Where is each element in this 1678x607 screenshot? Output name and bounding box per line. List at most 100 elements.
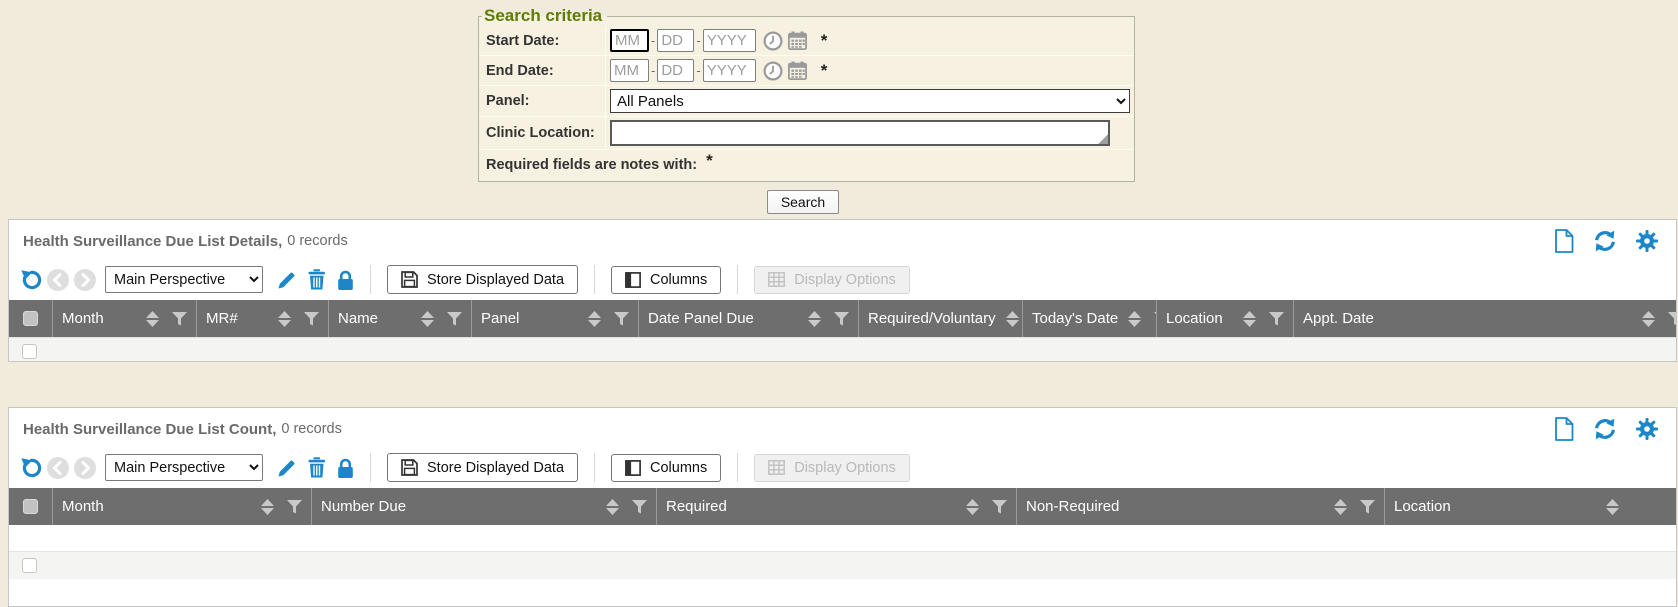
undo-icon[interactable] <box>19 268 42 291</box>
due-list-count-section: Health Surveillance Due List Count, 0 re… <box>8 407 1677 607</box>
toolbar-divider <box>737 265 738 294</box>
sort-icon[interactable] <box>146 311 159 327</box>
date-separator: - <box>696 63 700 78</box>
gear-icon[interactable] <box>1636 418 1658 440</box>
display-options-button[interactable]: Display Options <box>754 454 910 482</box>
gear-icon[interactable] <box>1636 230 1658 252</box>
edit-pencil-icon[interactable] <box>277 270 297 290</box>
perspective-select[interactable]: Main Perspective <box>105 266 263 293</box>
trash-icon[interactable] <box>308 457 326 478</box>
search-criteria-panel: Search criteria Start Date: - - * End Da… <box>478 0 1128 214</box>
lock-icon[interactable] <box>337 458 354 478</box>
columns-button[interactable]: Columns <box>611 454 721 482</box>
filter-icon[interactable] <box>632 500 647 514</box>
due-list-details-section: Health Surveillance Due List Details, 0 … <box>8 219 1677 362</box>
filter-icon[interactable] <box>447 312 462 326</box>
column-header-date-panel-due: Date Panel Due <box>639 300 859 337</box>
filter-icon[interactable] <box>172 312 187 326</box>
refresh-icon[interactable] <box>1593 417 1617 441</box>
export-document-icon[interactable] <box>1555 229 1574 253</box>
required-note-text: Required fields are notes with: <box>486 157 697 173</box>
end-date-month-input[interactable] <box>610 59 649 82</box>
sort-icon[interactable] <box>1606 499 1619 515</box>
panel-select[interactable]: All Panels <box>610 89 1130 113</box>
search-criteria-legend: Search criteria <box>482 6 607 26</box>
filter-icon[interactable] <box>1668 312 1676 326</box>
filter-icon[interactable] <box>834 312 849 326</box>
search-button[interactable]: Search <box>767 190 839 214</box>
filter-icon[interactable] <box>992 500 1007 514</box>
section-title-row: Health Surveillance Due List Count, 0 re… <box>9 408 1676 449</box>
filter-icon[interactable] <box>304 312 319 326</box>
sort-icon[interactable] <box>278 311 291 327</box>
sort-icon[interactable] <box>1006 311 1019 327</box>
toolbar-divider <box>594 265 595 294</box>
date-separator: - <box>651 33 655 48</box>
column-header-required-voluntary: Required/Voluntary <box>859 300 1023 337</box>
sort-icon[interactable] <box>1128 311 1141 327</box>
sort-icon[interactable] <box>966 499 979 515</box>
select-all-checkbox[interactable] <box>9 488 53 525</box>
start-date-year-input[interactable] <box>703 29 756 52</box>
table-body-gap <box>9 525 1676 551</box>
store-displayed-data-button[interactable]: Store Displayed Data <box>387 265 578 294</box>
select-all-checkbox[interactable] <box>9 300 53 337</box>
clinic-location-input[interactable] <box>610 120 1110 146</box>
save-icon <box>401 459 418 476</box>
undo-icon[interactable] <box>19 456 42 479</box>
required-note-row: Required fields are notes with: * <box>479 150 1134 180</box>
start-date-day-input[interactable] <box>657 29 694 52</box>
filter-icon[interactable] <box>614 312 629 326</box>
back-icon[interactable] <box>47 269 69 291</box>
column-header-todays-date: Today's Date <box>1023 300 1157 337</box>
clinic-location-row: Clinic Location: <box>479 117 1134 150</box>
filter-icon[interactable] <box>287 500 302 514</box>
forward-icon[interactable] <box>74 457 96 479</box>
column-header-appt-date: Appt. Date <box>1294 300 1676 337</box>
sort-icon[interactable] <box>1642 311 1655 327</box>
required-marker: * <box>821 66 828 76</box>
sort-icon[interactable] <box>421 311 434 327</box>
store-displayed-data-button[interactable]: Store Displayed Data <box>387 453 578 482</box>
columns-button[interactable]: Columns <box>611 266 721 294</box>
start-date-row: Start Date: - - * <box>479 26 1134 56</box>
sort-icon[interactable] <box>1334 499 1347 515</box>
trash-icon[interactable] <box>308 269 326 290</box>
forward-icon[interactable] <box>74 269 96 291</box>
date-separator: - <box>651 63 655 78</box>
resize-handle[interactable] <box>1097 133 1108 144</box>
record-count: 0 records <box>287 233 347 249</box>
clock-icon[interactable] <box>763 31 783 51</box>
back-icon[interactable] <box>47 457 69 479</box>
column-header-month: Month <box>53 300 197 337</box>
end-date-day-input[interactable] <box>657 59 694 82</box>
clock-icon[interactable] <box>763 61 783 81</box>
end-date-label: End Date: <box>486 56 605 85</box>
export-document-icon[interactable] <box>1555 417 1574 441</box>
section-title: Health Surveillance Due List Details, <box>23 233 282 250</box>
lock-icon[interactable] <box>337 270 354 290</box>
start-date-month-input[interactable] <box>610 29 649 52</box>
row-checkbox[interactable] <box>22 344 37 359</box>
toolbar-divider <box>594 453 595 482</box>
calendar-icon[interactable] <box>788 61 807 80</box>
filter-icon[interactable] <box>1269 312 1284 326</box>
row-checkbox[interactable] <box>22 558 37 573</box>
column-header-mr: MR# <box>197 300 329 337</box>
sort-icon[interactable] <box>261 499 274 515</box>
sort-icon[interactable] <box>808 311 821 327</box>
panel-label: Panel: <box>486 86 605 116</box>
column-header-number-due: Number Due <box>312 488 657 525</box>
sort-icon[interactable] <box>606 499 619 515</box>
table-toolbar: Main Perspective Store Displayed Data Co… <box>9 261 1676 300</box>
display-options-button[interactable]: Display Options <box>754 266 910 294</box>
refresh-icon[interactable] <box>1593 229 1617 253</box>
end-date-year-input[interactable] <box>703 59 756 82</box>
required-note-marker: * <box>706 151 713 170</box>
perspective-select[interactable]: Main Perspective <box>105 454 263 481</box>
sort-icon[interactable] <box>1243 311 1256 327</box>
filter-icon[interactable] <box>1360 500 1375 514</box>
calendar-icon[interactable] <box>788 31 807 50</box>
sort-icon[interactable] <box>588 311 601 327</box>
edit-pencil-icon[interactable] <box>277 458 297 478</box>
